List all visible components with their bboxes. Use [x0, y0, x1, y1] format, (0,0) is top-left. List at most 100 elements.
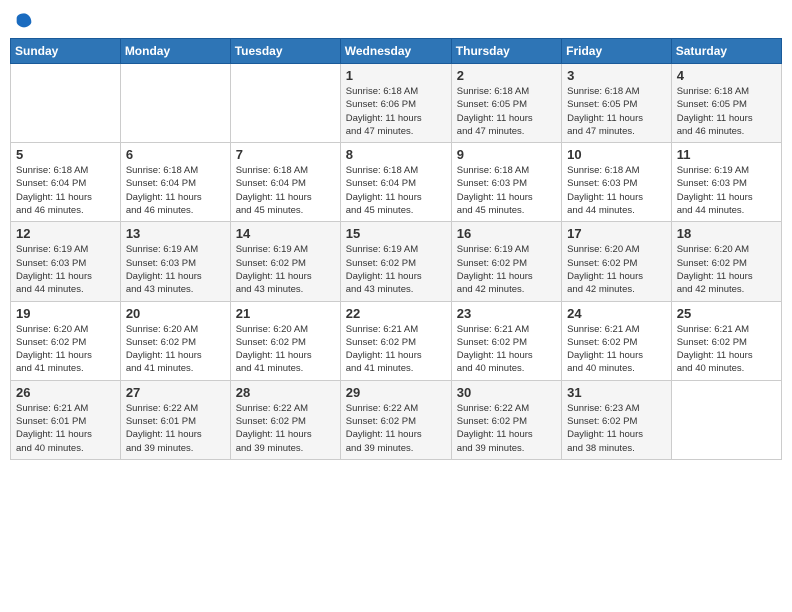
calendar-cell: 1 Sunrise: 6:18 AM Sunset: 6:06 PM Daylig…: [340, 64, 451, 143]
day-info: Sunrise: 6:20 AM Sunset: 6:02 PM Dayligh…: [567, 243, 666, 296]
logo: [14, 10, 38, 30]
day-number: 3: [567, 68, 666, 83]
calendar-cell: 3Sunrise: 6:18 AM Sunset: 6:05 PM Daylig…: [562, 64, 672, 143]
calendar-cell: 17 Sunrise: 6:20 AM Sunset: 6:02 PM Dayli…: [562, 222, 672, 301]
day-number: 12: [16, 226, 115, 241]
col-header-thursday: Thursday: [451, 39, 561, 64]
day-info: Sunrise: 6:19 AM Sunset: 6:03 PM Dayligh…: [126, 243, 225, 296]
calendar-cell: 15 Sunrise: 6:19 AM Sunset: 6:02 PM Dayli…: [340, 222, 451, 301]
col-header-saturday: Saturday: [671, 39, 781, 64]
day-number: 5: [16, 147, 115, 162]
day-number: 7: [236, 147, 335, 162]
calendar-week-row: 1 Sunrise: 6:18 AM Sunset: 6:06 PM Daylig…: [11, 64, 782, 143]
calendar-cell: 25 Sunrise: 6:21 AM Sunset: 6:02 PM Dayli…: [671, 301, 781, 380]
day-info: Sunrise: 6:22 AM Sunset: 6:02 PM Dayligh…: [236, 402, 335, 455]
calendar-cell: 29 Sunrise: 6:22 AM Sunset: 6:02 PM Dayli…: [340, 380, 451, 459]
day-info: Sunrise: 6:21 AM Sunset: 6:02 PM Dayligh…: [677, 323, 776, 376]
day-number: 23: [457, 306, 556, 321]
calendar-cell: 24 Sunrise: 6:21 AM Sunset: 6:02 PM Dayli…: [562, 301, 672, 380]
calendar-cell: 11 Sunrise: 6:19 AM Sunset: 6:03 PM Dayli…: [671, 143, 781, 222]
day-number: 25: [677, 306, 776, 321]
day-number: 11: [677, 147, 776, 162]
day-info: Sunrise: 6:20 AM Sunset: 6:02 PM Dayligh…: [126, 323, 225, 376]
day-info: Sunrise: 6:19 AM Sunset: 6:02 PM Dayligh…: [236, 243, 335, 296]
calendar-week-row: 26Sunrise: 6:21 AM Sunset: 6:01 PM Dayli…: [11, 380, 782, 459]
calendar-header-row: SundayMondayTuesdayWednesdayThursdayFrid…: [11, 39, 782, 64]
calendar-cell: [230, 64, 340, 143]
day-info: Sunrise: 6:18 AM Sunset: 6:04 PM Dayligh…: [236, 164, 335, 217]
calendar-week-row: 5 Sunrise: 6:18 AM Sunset: 6:04 PM Daylig…: [11, 143, 782, 222]
day-number: 14: [236, 226, 335, 241]
day-number: 17: [567, 226, 666, 241]
day-number: 8: [346, 147, 446, 162]
day-info: Sunrise: 6:20 AM Sunset: 6:02 PM Dayligh…: [236, 323, 335, 376]
calendar-week-row: 19 Sunrise: 6:20 AM Sunset: 6:02 PM Dayli…: [11, 301, 782, 380]
day-number: 2: [457, 68, 556, 83]
day-number: 13: [126, 226, 225, 241]
day-number: 24: [567, 306, 666, 321]
day-info: Sunrise: 6:20 AM Sunset: 6:02 PM Dayligh…: [677, 243, 776, 296]
day-number: 16: [457, 226, 556, 241]
day-info: Sunrise: 6:18 AM Sunset: 6:04 PM Dayligh…: [16, 164, 115, 217]
calendar-cell: 28 Sunrise: 6:22 AM Sunset: 6:02 PM Dayli…: [230, 380, 340, 459]
day-info: Sunrise: 6:22 AM Sunset: 6:01 PM Dayligh…: [126, 402, 225, 455]
day-number: 29: [346, 385, 446, 400]
calendar-cell: 8 Sunrise: 6:18 AM Sunset: 6:04 PM Daylig…: [340, 143, 451, 222]
day-info: Sunrise: 6:18 AM Sunset: 6:05 PM Dayligh…: [677, 85, 776, 138]
day-number: 1: [346, 68, 446, 83]
day-number: 9: [457, 147, 556, 162]
day-info: Sunrise: 6:22 AM Sunset: 6:02 PM Dayligh…: [457, 402, 556, 455]
day-number: 10: [567, 147, 666, 162]
day-number: 21: [236, 306, 335, 321]
calendar-cell: 23Sunrise: 6:21 AM Sunset: 6:02 PM Dayli…: [451, 301, 561, 380]
day-info: Sunrise: 6:18 AM Sunset: 6:03 PM Dayligh…: [457, 164, 556, 217]
day-number: 4: [677, 68, 776, 83]
day-number: 20: [126, 306, 225, 321]
col-header-monday: Monday: [120, 39, 230, 64]
day-info: Sunrise: 6:18 AM Sunset: 6:04 PM Dayligh…: [126, 164, 225, 217]
calendar-cell: 10 Sunrise: 6:18 AM Sunset: 6:03 PM Dayli…: [562, 143, 672, 222]
day-info: Sunrise: 6:21 AM Sunset: 6:02 PM Dayligh…: [567, 323, 666, 376]
calendar-cell: 30 Sunrise: 6:22 AM Sunset: 6:02 PM Dayli…: [451, 380, 561, 459]
day-number: 27: [126, 385, 225, 400]
day-number: 22: [346, 306, 446, 321]
calendar-cell: 19 Sunrise: 6:20 AM Sunset: 6:02 PM Dayli…: [11, 301, 121, 380]
day-info: Sunrise: 6:18 AM Sunset: 6:04 PM Dayligh…: [346, 164, 446, 217]
calendar-cell: 20 Sunrise: 6:20 AM Sunset: 6:02 PM Dayli…: [120, 301, 230, 380]
day-info: Sunrise: 6:19 AM Sunset: 6:02 PM Dayligh…: [346, 243, 446, 296]
day-info: Sunrise: 6:19 AM Sunset: 6:03 PM Dayligh…: [677, 164, 776, 217]
day-number: 26: [16, 385, 115, 400]
calendar-cell: 4 Sunrise: 6:18 AM Sunset: 6:05 PM Daylig…: [671, 64, 781, 143]
col-header-tuesday: Tuesday: [230, 39, 340, 64]
calendar-table: SundayMondayTuesdayWednesdayThursdayFrid…: [10, 38, 782, 460]
day-number: 18: [677, 226, 776, 241]
calendar-cell: 27 Sunrise: 6:22 AM Sunset: 6:01 PM Dayli…: [120, 380, 230, 459]
day-number: 28: [236, 385, 335, 400]
calendar-cell: 9 Sunrise: 6:18 AM Sunset: 6:03 PM Daylig…: [451, 143, 561, 222]
calendar-cell: [671, 380, 781, 459]
calendar-cell: 18 Sunrise: 6:20 AM Sunset: 6:02 PM Dayli…: [671, 222, 781, 301]
calendar-cell: 13 Sunrise: 6:19 AM Sunset: 6:03 PM Dayli…: [120, 222, 230, 301]
day-info: Sunrise: 6:22 AM Sunset: 6:02 PM Dayligh…: [346, 402, 446, 455]
day-number: 15: [346, 226, 446, 241]
header: [10, 10, 782, 30]
day-number: 6: [126, 147, 225, 162]
calendar-cell: 16 Sunrise: 6:19 AM Sunset: 6:02 PM Dayli…: [451, 222, 561, 301]
col-header-sunday: Sunday: [11, 39, 121, 64]
calendar-cell: 31Sunrise: 6:23 AM Sunset: 6:02 PM Dayli…: [562, 380, 672, 459]
calendar-cell: 21 Sunrise: 6:20 AM Sunset: 6:02 PM Dayli…: [230, 301, 340, 380]
col-header-friday: Friday: [562, 39, 672, 64]
day-info: Sunrise: 6:23 AM Sunset: 6:02 PM Dayligh…: [567, 402, 666, 455]
day-number: 19: [16, 306, 115, 321]
col-header-wednesday: Wednesday: [340, 39, 451, 64]
day-info: Sunrise: 6:18 AM Sunset: 6:05 PM Dayligh…: [457, 85, 556, 138]
calendar-cell: 26Sunrise: 6:21 AM Sunset: 6:01 PM Dayli…: [11, 380, 121, 459]
day-number: 30: [457, 385, 556, 400]
calendar-cell: 7 Sunrise: 6:18 AM Sunset: 6:04 PM Daylig…: [230, 143, 340, 222]
day-info: Sunrise: 6:18 AM Sunset: 6:03 PM Dayligh…: [567, 164, 666, 217]
calendar-cell: 12Sunrise: 6:19 AM Sunset: 6:03 PM Dayli…: [11, 222, 121, 301]
day-info: Sunrise: 6:21 AM Sunset: 6:02 PM Dayligh…: [346, 323, 446, 376]
day-info: Sunrise: 6:18 AM Sunset: 6:06 PM Dayligh…: [346, 85, 446, 138]
day-info: Sunrise: 6:20 AM Sunset: 6:02 PM Dayligh…: [16, 323, 115, 376]
day-info: Sunrise: 6:19 AM Sunset: 6:02 PM Dayligh…: [457, 243, 556, 296]
